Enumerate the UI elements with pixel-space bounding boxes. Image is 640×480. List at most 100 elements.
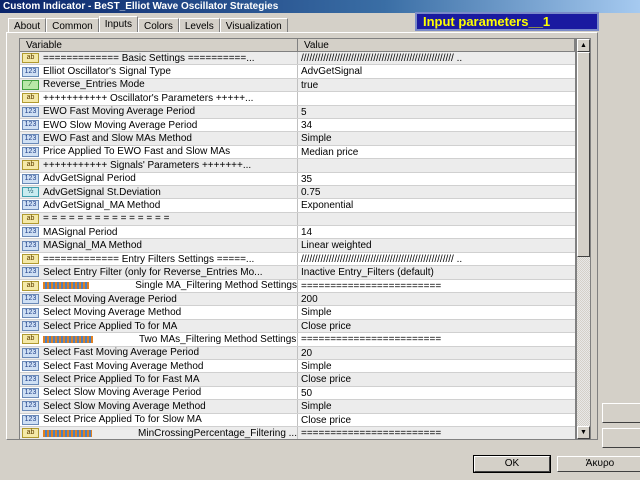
variable-name: Select Price Applied To for Fast MA	[43, 374, 200, 386]
table-row[interactable]: 123 Select Slow Moving Average Period 50	[20, 386, 575, 401]
table-row[interactable]: 123 MASignal Period 14	[20, 226, 575, 240]
table-row[interactable]: 123 Elliot Oscillator's Signal Type AdvGet…	[20, 65, 575, 79]
scroll-thumb[interactable]	[577, 52, 590, 257]
value-cell[interactable]	[298, 159, 575, 171]
table-row[interactable]: 123 EWO Fast and Slow MAs Method Simple	[20, 132, 575, 146]
input-parameters-badge: Input parameters__1	[415, 12, 599, 31]
value-cell[interactable]: 5	[298, 106, 575, 118]
value-cell[interactable]: 35	[298, 173, 575, 185]
variable-cell: ab Single MA_Filtering Method Settings	[20, 279, 298, 293]
tab-common[interactable]: Common	[46, 18, 99, 33]
value-cell[interactable]: Simple	[298, 132, 575, 144]
variable-cell: ab Two MAs_Filtering Method Settings	[20, 333, 298, 346]
tab-inputs[interactable]: Inputs	[98, 16, 138, 33]
table-row[interactable]: 123 Select Fast Moving Average Period 20	[20, 346, 575, 360]
variable-name: = = = = = = = = = = = = = = =	[43, 213, 170, 225]
table-row[interactable]: ab ============= Entry Filters Settings =…	[20, 252, 575, 267]
tab-levels[interactable]: Levels	[178, 18, 220, 33]
value-cell[interactable]: Inactive Entry_Filters (default)	[298, 266, 575, 278]
table-row[interactable]: 123 MASignal_MA Method Linear weighted	[20, 239, 575, 253]
scroll-up-button[interactable]: ▲	[577, 39, 590, 52]
value-cell[interactable]: Simple	[298, 306, 575, 318]
table-row[interactable]: 123 AdvGetSignal Period 35	[20, 172, 575, 186]
value-cell[interactable]: ========================	[298, 427, 575, 439]
variable-cell: 123 Elliot Oscillator's Signal Type	[20, 65, 298, 78]
value-cell[interactable]: Simple	[298, 400, 575, 412]
variable-cell: 123 Select Price Applied To for Slow MA	[20, 413, 298, 426]
ok-button[interactable]: OK	[473, 455, 551, 473]
value-cell[interactable]: ========================	[298, 280, 575, 292]
table-row[interactable]: 123 Select Price Applied To for MA Close p…	[20, 319, 575, 334]
variable-cell: ab MinCrossingPercentage_Filtering ...	[20, 426, 298, 439]
table-row[interactable]: 123 Select Slow Moving Average Method Simp…	[20, 400, 575, 414]
type-ab-icon: ab	[22, 280, 39, 291]
table-row[interactable]: 123 Select Moving Average Period 200	[20, 293, 575, 307]
table-row[interactable]: ½ AdvGetSignal St.Deviation 0.75	[20, 185, 575, 200]
value-cell[interactable]: ========================	[298, 333, 575, 345]
value-cell[interactable]: 20	[298, 347, 575, 359]
value-cell[interactable]: Median price	[298, 146, 575, 158]
type-123-icon: 123	[22, 106, 39, 117]
table-row[interactable]: 123 Select Price Applied To for Slow MA Cl…	[20, 413, 575, 427]
tab-colors[interactable]: Colors	[137, 18, 179, 33]
table-row[interactable]: 123 Price Applied To EWO Fast and Slow MA…	[20, 145, 575, 160]
value-cell[interactable]: Linear weighted	[298, 239, 575, 251]
vertical-scrollbar[interactable]: ▲ ▼	[576, 38, 591, 440]
value-cell[interactable]: Exponential	[298, 199, 575, 211]
table-row[interactable]: ab Single MA_Filtering Method Settings ===…	[20, 279, 575, 294]
column-header-variable[interactable]: Variable	[20, 39, 298, 51]
value-cell[interactable]: Close price	[298, 320, 575, 332]
variable-name: Elliot Oscillator's Signal Type	[43, 66, 171, 78]
value-cell[interactable]: 200	[298, 293, 575, 305]
table-row[interactable]: 123 Select Fast Moving Average Method Simp…	[20, 359, 575, 374]
type-ab-icon: ab	[22, 334, 39, 345]
value-cell[interactable]: AdvGetSignal	[298, 65, 575, 77]
table-row[interactable]: 123 Select Moving Average Method Simple	[20, 306, 575, 320]
table-row[interactable]: ab Two MAs_Filtering Method Settings =====…	[20, 333, 575, 347]
value-cell[interactable]: true	[298, 79, 575, 91]
variable-name: Select Moving Average Period	[43, 293, 177, 305]
value-cell[interactable]: Close price	[298, 414, 575, 426]
value-cell[interactable]: 14	[298, 226, 575, 238]
variable-cell: 123 Select Price Applied To for MA	[20, 319, 298, 333]
variable-name: AdvGetSignal Period	[43, 173, 136, 185]
table-row[interactable]: ab = = = = = = = = = = = = = = =	[20, 212, 575, 227]
table-row[interactable]: 123 EWO Fast Moving Average Period 5	[20, 105, 575, 119]
value-cell[interactable]: ////////////////////////////////////////…	[298, 52, 575, 64]
type-ab-icon: ab	[22, 93, 39, 104]
variable-name: MinCrossingPercentage_Filtering ...	[138, 427, 297, 439]
table-row[interactable]: ⁄ Reverse_Entries Mode true	[20, 78, 575, 93]
value-cell[interactable]: 0.75	[298, 186, 575, 198]
save-button[interactable]	[602, 428, 640, 448]
value-cell[interactable]	[298, 92, 575, 104]
tab-about[interactable]: About	[8, 18, 47, 33]
load-button[interactable]	[602, 403, 640, 423]
value-cell[interactable]	[298, 213, 575, 225]
table-row[interactable]: ab MinCrossingPercentage_Filtering ... ===…	[20, 426, 575, 439]
table-row[interactable]: 123 Select Entry Filter (only for Reverse…	[20, 266, 575, 280]
separator-bar-icon	[43, 429, 93, 437]
tab-visualization[interactable]: Visualization	[219, 18, 288, 33]
value-cell[interactable]: Close price	[298, 373, 575, 385]
variable-name: Reverse_Entries Mode	[43, 79, 145, 91]
variable-cell: 123 Select Entry Filter (only for Reverse…	[20, 266, 298, 279]
table-row[interactable]: ab ============= Basic Settings =========…	[20, 52, 575, 66]
value-cell[interactable]: Simple	[298, 360, 575, 372]
variable-cell: 123 AdvGetSignal_MA Method	[20, 199, 298, 212]
table-row[interactable]: ab +++++++++++ Oscillator's Parameters ++…	[20, 92, 575, 106]
scroll-down-button[interactable]: ▼	[577, 426, 590, 439]
table-row[interactable]: 123 Select Price Applied To for Fast MA Cl…	[20, 373, 575, 387]
type-bool-icon: ⁄	[22, 79, 39, 90]
table-row[interactable]: 123 EWO Slow Moving Average Period 34	[20, 118, 575, 133]
value-cell[interactable]: 34	[298, 119, 575, 131]
cancel-button[interactable]: Άκυρο	[557, 456, 640, 472]
type-123-icon: 123	[22, 133, 39, 144]
type-123-icon: 123	[22, 387, 39, 398]
column-header-value[interactable]: Value	[298, 39, 575, 51]
value-cell[interactable]: 50	[298, 387, 575, 399]
table-row[interactable]: 123 AdvGetSignal_MA Method Exponential	[20, 199, 575, 213]
table-row[interactable]: ab +++++++++++ Signals' Parameters ++++++…	[20, 159, 575, 173]
variable-name: Price Applied To EWO Fast and Slow MAs	[43, 146, 231, 158]
value-cell[interactable]: ////////////////////////////////////////…	[298, 253, 575, 265]
variable-name: EWO Fast and Slow MAs Method	[43, 133, 192, 145]
